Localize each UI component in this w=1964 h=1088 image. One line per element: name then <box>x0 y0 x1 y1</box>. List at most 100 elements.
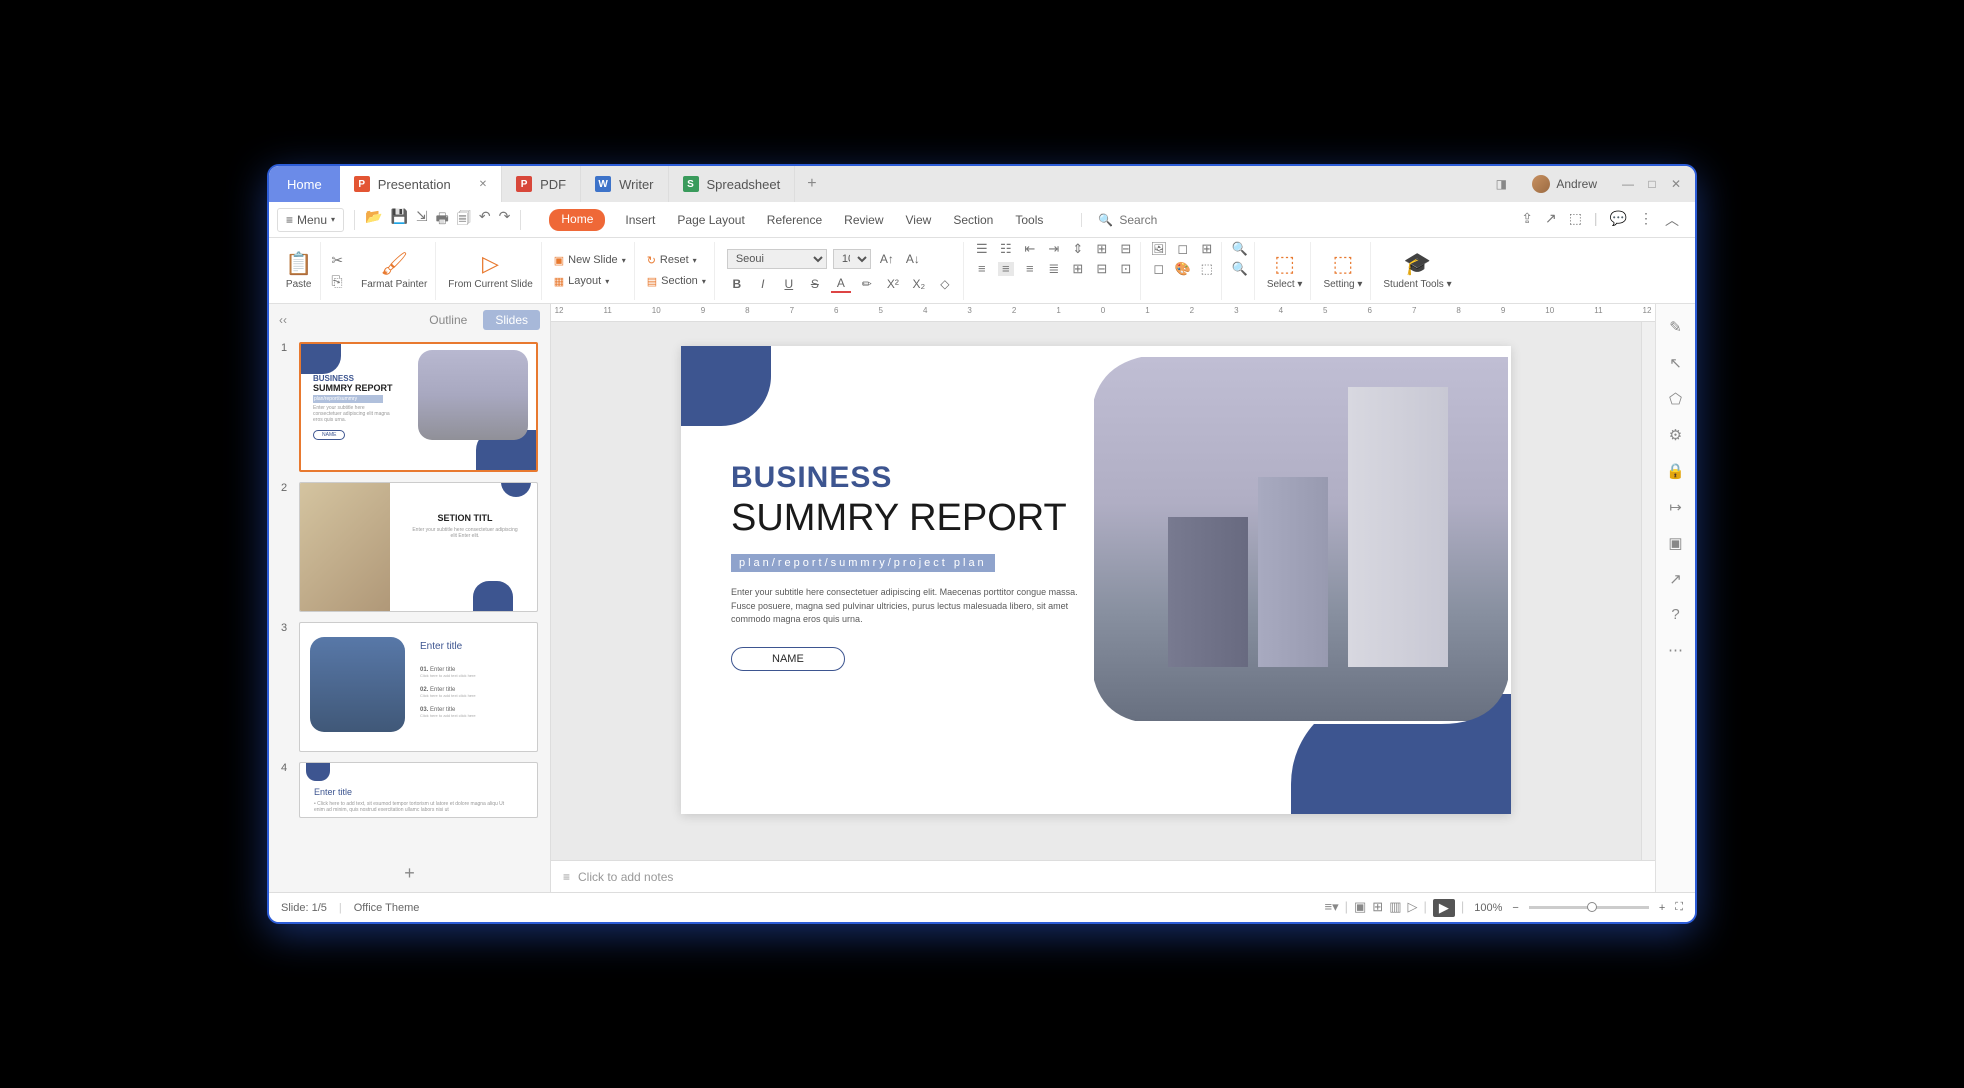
maximize-icon[interactable]: □ <box>1645 177 1659 191</box>
more-icon[interactable]: ⋮ <box>1639 210 1653 230</box>
strikethrough-icon[interactable]: S <box>805 275 825 293</box>
redo-icon[interactable]: ↷ <box>499 208 511 232</box>
picture-icon[interactable]: 🖼 <box>1151 242 1167 256</box>
menu-button[interactable]: ≡ Menu ▾ <box>277 208 344 232</box>
zoom-in-icon[interactable]: + <box>1659 902 1665 914</box>
ribbon-tab-review[interactable]: Review <box>842 209 885 231</box>
align-right-icon[interactable]: ≡ <box>1022 262 1038 276</box>
line-spacing-icon[interactable]: ⇕ <box>1070 242 1086 256</box>
fit-window-icon[interactable]: ⛶ <box>1675 901 1683 914</box>
italic-icon[interactable]: I <box>753 275 773 293</box>
reading-view-icon[interactable]: ▥ <box>1389 899 1401 917</box>
slide-thumbnail-2[interactable]: SETION TITL Enter your subtitle here con… <box>299 482 538 612</box>
outline-toggle[interactable]: Outline <box>417 310 479 330</box>
setting-icon[interactable]: ⬚ <box>1333 251 1354 277</box>
export-icon[interactable]: ⇲ <box>416 208 428 232</box>
fill-icon[interactable]: 🎨 <box>1175 262 1191 276</box>
play-icon[interactable]: ▷ <box>482 251 499 277</box>
undo-icon[interactable]: ↶ <box>479 208 491 232</box>
align-left-icon[interactable]: ≡ <box>974 262 990 276</box>
ribbon-tab-page-layout[interactable]: Page Layout <box>675 209 746 231</box>
export-icon[interactable]: ↗ <box>1545 210 1557 230</box>
underline-icon[interactable]: U <box>779 275 799 293</box>
doc-tab-presentation[interactable]: P Presentation ✕ <box>340 166 502 202</box>
home-tab[interactable]: Home <box>269 166 340 202</box>
ribbon-tab-view[interactable]: View <box>904 209 934 231</box>
increase-indent-icon[interactable]: ⇥ <box>1046 242 1062 256</box>
share-icon[interactable]: ⇪ <box>1521 210 1533 230</box>
numbering-icon[interactable]: ☷ <box>998 242 1014 256</box>
select-tool-icon[interactable]: ↖ <box>1669 354 1682 372</box>
doc-tab-writer[interactable]: W Writer <box>581 166 668 202</box>
student-tools-icon[interactable]: 🎓 <box>1404 251 1431 277</box>
font-color-icon[interactable]: A <box>831 275 851 293</box>
align-center-icon[interactable]: ≡ <box>998 262 1014 276</box>
sorter-view-icon[interactable]: ⊞ <box>1372 899 1383 917</box>
comment-icon[interactable]: 💬 <box>1610 210 1627 230</box>
find-icon[interactable]: 🔍 <box>1232 242 1248 256</box>
collapse-ribbon-icon[interactable]: ︿ <box>1665 210 1679 230</box>
format-painter-icon[interactable]: 🖌 <box>380 251 408 277</box>
shapes-icon[interactable]: ◻ <box>1175 242 1191 256</box>
doc-tab-spreadsheet[interactable]: S Spreadsheet <box>669 166 796 202</box>
clear-format-icon[interactable]: ◇ <box>935 275 955 293</box>
more-rail-icon[interactable]: ⋯ <box>1668 641 1683 659</box>
print-icon[interactable]: 🖶 <box>436 208 449 232</box>
superscript-icon[interactable]: X² <box>883 275 903 293</box>
slideshow-view-icon[interactable]: ▷ <box>1408 899 1418 917</box>
select-icon[interactable]: ⬚ <box>1274 251 1295 277</box>
canvas-scroll[interactable]: BUSINESS SUMMRY REPORT plan/report/summr… <box>551 322 1641 860</box>
adjust-icon[interactable]: ⚙ <box>1669 426 1682 444</box>
search-input[interactable] <box>1119 213 1239 227</box>
panel-icon[interactable]: ▣ <box>1668 534 1682 552</box>
zoom-out-icon[interactable]: − <box>1512 902 1518 914</box>
ribbon-tab-home[interactable]: Home <box>549 209 605 231</box>
slide-thumbnail-3[interactable]: Enter title 01. Enter titleClick here to… <box>299 622 538 752</box>
more-paragraph-icon[interactable]: ⊡ <box>1118 262 1134 276</box>
shape-tool-icon[interactable]: ⬠ <box>1669 390 1682 408</box>
slide-thumbnail-4[interactable]: Enter title • Click here to add text, si… <box>299 762 538 818</box>
replace-icon[interactable]: 🔍 <box>1232 262 1248 276</box>
paste-icon[interactable]: 📋 <box>285 251 312 277</box>
play-slideshow-icon[interactable]: ▶ <box>1433 899 1455 917</box>
increase-font-icon[interactable]: A↑ <box>877 250 897 268</box>
new-slide-button[interactable]: ▣New Slide▾ <box>554 254 626 267</box>
ribbon-tab-section[interactable]: Section <box>951 209 995 231</box>
vertical-scrollbar[interactable] <box>1641 322 1655 860</box>
outline-icon[interactable]: ⬚ <box>1199 262 1215 276</box>
bold-icon[interactable]: B <box>727 275 747 293</box>
decrease-font-icon[interactable]: A↓ <box>903 250 923 268</box>
search-box[interactable]: 🔍 <box>1081 213 1239 227</box>
cut-icon[interactable]: ✂ <box>331 252 343 269</box>
lock-icon[interactable]: 🔒 <box>1666 462 1685 480</box>
section-button[interactable]: ▤Section▾ <box>647 275 706 288</box>
ribbon-tab-tools[interactable]: Tools <box>1013 209 1045 231</box>
user-menu[interactable]: Andrew <box>1520 175 1609 193</box>
layout-button[interactable]: ▦Layout▾ <box>554 275 626 288</box>
minimize-icon[interactable]: — <box>1621 177 1635 191</box>
view-menu-icon[interactable]: ≡▾ <box>1324 899 1338 917</box>
text-direction-icon[interactable]: ⊞ <box>1094 242 1110 256</box>
distributed-icon[interactable]: ⊞ <box>1070 262 1086 276</box>
cloud-icon[interactable]: ⬚ <box>1569 210 1582 230</box>
print-preview-icon[interactable]: 🗐 <box>457 208 471 232</box>
zoom-slider[interactable] <box>1529 906 1649 909</box>
reset-button[interactable]: ↻Reset▾ <box>647 254 706 267</box>
collapse-panel-icon[interactable]: ‹‹ <box>279 313 287 327</box>
add-tab-button[interactable]: + <box>795 175 828 193</box>
text-box-icon[interactable]: ◻ <box>1151 262 1167 276</box>
panel-toggle-icon[interactable]: ◨ <box>1494 177 1508 191</box>
share-rail-icon[interactable]: ↗ <box>1669 570 1682 588</box>
notes-pane[interactable]: ≡ Click to add notes <box>551 860 1655 892</box>
ribbon-tab-reference[interactable]: Reference <box>765 209 824 231</box>
subscript-icon[interactable]: X₂ <box>909 275 929 293</box>
bullets-icon[interactable]: ☰ <box>974 242 990 256</box>
edit-icon[interactable]: ✎ <box>1669 318 1682 336</box>
font-name-select[interactable]: Seoui <box>727 249 827 269</box>
arrange-icon[interactable]: ⊞ <box>1199 242 1215 256</box>
slide-canvas[interactable]: BUSINESS SUMMRY REPORT plan/report/summr… <box>681 346 1511 814</box>
help-icon[interactable]: ? <box>1671 606 1679 623</box>
font-size-select[interactable]: 10 <box>833 249 871 269</box>
export-rail-icon[interactable]: ↦ <box>1669 498 1682 516</box>
doc-tab-pdf[interactable]: P PDF <box>502 166 581 202</box>
